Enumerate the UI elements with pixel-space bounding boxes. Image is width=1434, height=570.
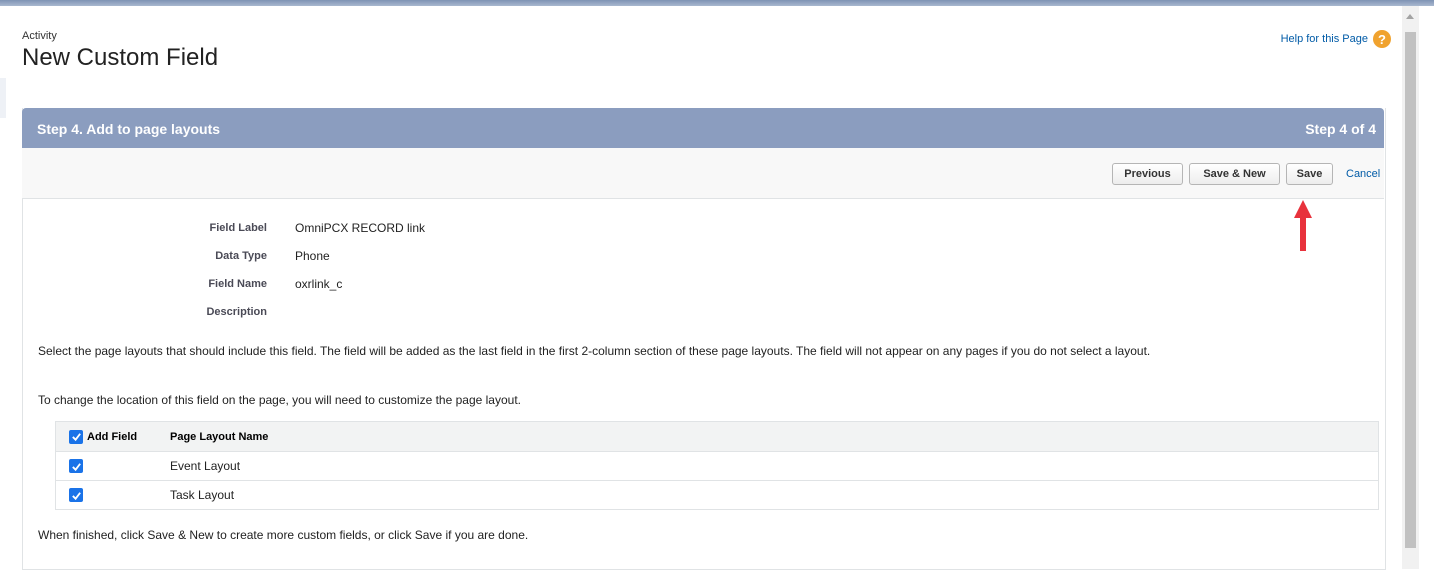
checkmark-icon: [71, 433, 81, 442]
layout-checkbox[interactable]: [69, 459, 83, 474]
finish-instructions: When finished, click Save & New to creat…: [38, 528, 529, 542]
up-arrow-icon: [1294, 200, 1312, 251]
detail-value: Phone: [295, 249, 330, 263]
button-bar: Previous Save & New Save Cancel: [22, 148, 1384, 199]
select-instructions: Select the page layouts that should incl…: [38, 344, 1151, 358]
select-all-checkbox[interactable]: [69, 429, 83, 444]
step-header: Step 4. Add to page layouts Step 4 of 4: [22, 108, 1384, 148]
layout-checkbox[interactable]: [69, 488, 83, 503]
page-content: Activity New Custom Field Help for this …: [7, 6, 1401, 570]
page-layout-table: Add Field Page Layout Name Event Layout: [55, 421, 1379, 510]
location-instructions: To change the location of this field on …: [38, 393, 521, 407]
help-link-text[interactable]: Help for this Page: [1281, 33, 1368, 45]
question-icon[interactable]: ?: [1373, 30, 1391, 48]
add-field-cell: [55, 451, 170, 481]
page-title: New Custom Field: [22, 44, 219, 71]
cancel-link[interactable]: Cancel: [1346, 168, 1380, 180]
save-button[interactable]: Save: [1286, 163, 1333, 185]
layout-name: Event Layout: [170, 451, 1379, 481]
detail-label: Field Label: [209, 222, 267, 234]
page-layout-name-header: Page Layout Name: [170, 421, 1379, 452]
table-row: Task Layout: [55, 480, 1379, 510]
add-field-label: Add Field: [87, 430, 138, 443]
add-field-header: Add Field: [55, 421, 170, 452]
step-title: Step 4. Add to page layouts: [37, 121, 221, 137]
vertical-scrollbar[interactable]: [1402, 6, 1419, 569]
checkmark-icon: [71, 463, 81, 472]
table-row: Event Layout: [55, 451, 1379, 481]
previous-button[interactable]: Previous: [1112, 163, 1183, 185]
checkmark-icon: [71, 492, 81, 501]
save-and-new-button[interactable]: Save & New: [1189, 163, 1280, 185]
detail-label: Data Type: [215, 250, 267, 262]
help-link[interactable]: Help for this Page ?: [1281, 30, 1391, 48]
right-margin: [1419, 6, 1434, 569]
table-header-row: Add Field Page Layout Name: [55, 421, 1379, 452]
scroll-up-arrow-icon[interactable]: [1406, 14, 1414, 19]
step-counter: Step 4 of 4: [1305, 121, 1376, 137]
detail-value: OmniPCX RECORD link: [295, 221, 426, 235]
object-type-label: Activity: [22, 30, 57, 42]
add-field-cell: [55, 480, 170, 510]
detail-label: Field Name: [208, 278, 267, 290]
layout-name: Task Layout: [170, 480, 1379, 510]
detail-label: Description: [206, 306, 267, 318]
detail-value: oxrlink_c: [295, 277, 343, 291]
left-edge: [0, 78, 6, 118]
scroll-thumb[interactable]: [1405, 32, 1416, 548]
